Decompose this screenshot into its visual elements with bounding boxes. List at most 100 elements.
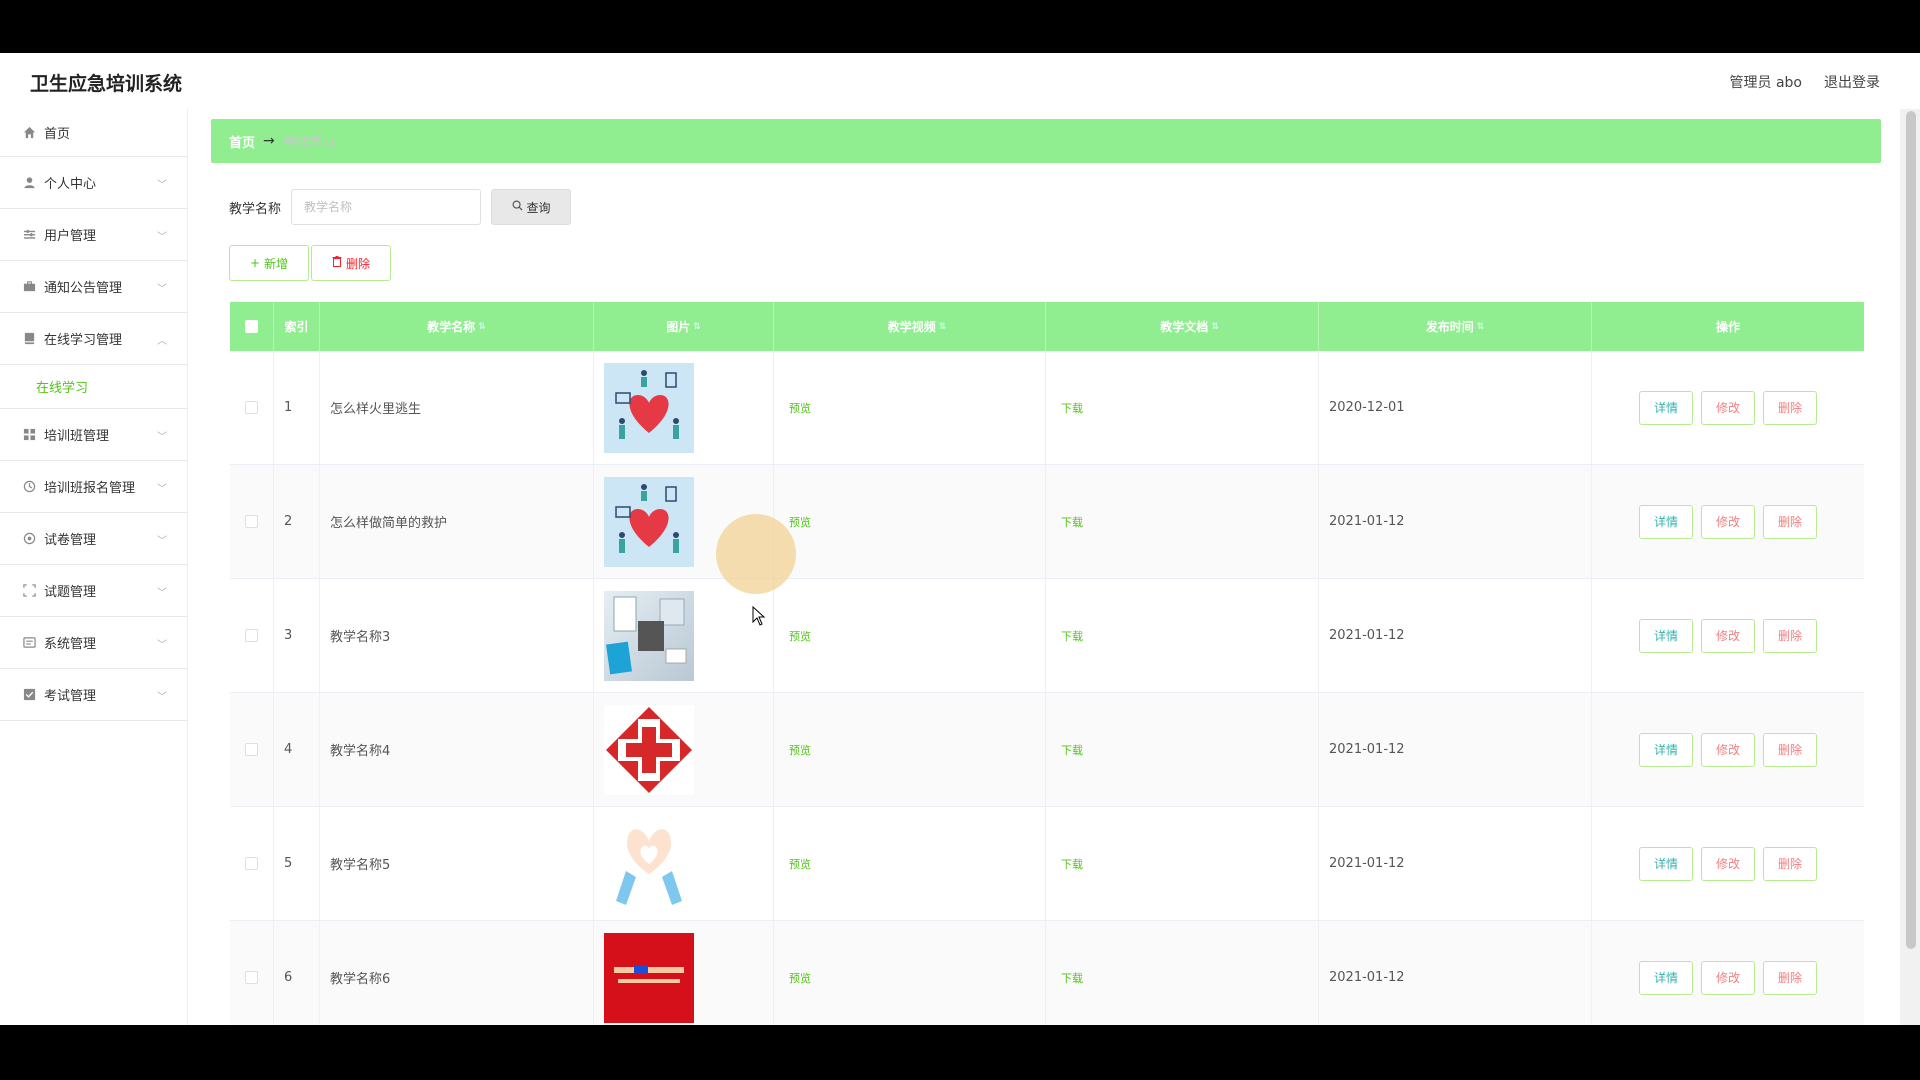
sidebar-item-online-learning[interactable]: 在线学习管理 ︿ — [0, 313, 187, 365]
add-button-label: 新增 — [264, 256, 289, 271]
sidebar-item-label: 培训班管理 — [44, 429, 110, 444]
hearts-illustration-image[interactable] — [604, 476, 694, 567]
delete-button[interactable]: 删除 — [1763, 960, 1817, 995]
app-header: 卫生应急培训系统 管理员 abo 退出登录 — [0, 53, 1920, 109]
table-row: 2 怎么样做简单的救护 预览 下载 2021-01-12 详情 修改 删除 — [230, 465, 1864, 579]
sidebar-item-home[interactable]: 首页 — [0, 109, 187, 157]
logout-link[interactable]: 退出登录 — [1824, 72, 1880, 92]
delete-button[interactable]: 删除 — [1763, 618, 1817, 653]
preview-link[interactable]: 预览 — [789, 970, 811, 986]
download-link[interactable]: 下载 — [1061, 970, 1083, 986]
sidebar-item-questions[interactable]: 试题管理 ﹀ — [0, 565, 187, 617]
column-header[interactable]: 教学文档 ⇅ — [1046, 302, 1319, 351]
breadcrumb-home[interactable]: 首页 — [229, 132, 255, 151]
row-checkbox[interactable] — [245, 971, 258, 984]
checkbox-icon — [22, 688, 36, 702]
edit-button[interactable]: 修改 — [1701, 618, 1755, 653]
sidebar-item-system[interactable]: 系统管理 ﹀ — [0, 617, 187, 669]
click-highlight — [716, 514, 796, 594]
red-cross-image[interactable] — [604, 704, 694, 795]
home-icon — [22, 126, 36, 140]
row-checkbox[interactable] — [245, 743, 258, 756]
red-poster-image[interactable] — [604, 932, 694, 1023]
sidebar-item-label: 培训班报名管理 — [44, 481, 136, 496]
breadcrumb-arrow: → — [263, 133, 275, 149]
download-link[interactable]: 下载 — [1061, 628, 1083, 644]
sidebar-item-label: 首页 — [44, 127, 71, 142]
table-header: 索引 教学名称 ⇅ 图片 ⇅ 教学视频 ⇅ 教学文档 ⇅ 发布时间 ⇅ 操作 — [230, 302, 1864, 351]
column-header[interactable]: 教学视频 ⇅ — [774, 302, 1046, 351]
page-scrollbar[interactable] — [1900, 109, 1920, 1025]
delete-button[interactable]: 删除 — [1763, 504, 1817, 539]
frame-icon — [22, 584, 36, 598]
delete-button[interactable]: 删除 — [1763, 390, 1817, 425]
content-panel: 首页 → 在线学习 教学名称 查询 + 新增 删除 — [188, 109, 1900, 1025]
detail-button[interactable]: 详情 — [1639, 846, 1693, 881]
row-name: 怎么样火里逃生 — [320, 351, 594, 464]
detail-button[interactable]: 详情 — [1639, 618, 1693, 653]
preview-link[interactable]: 预览 — [789, 400, 811, 416]
row-name: 教学名称6 — [320, 921, 594, 1025]
breadcrumb-current: 在线学习 — [282, 135, 335, 151]
download-link[interactable]: 下载 — [1061, 400, 1083, 416]
edit-button[interactable]: 修改 — [1701, 732, 1755, 767]
sidebar-item-personal[interactable]: 个人中心 ﹀ — [0, 157, 187, 209]
add-button[interactable]: + 新增 — [229, 245, 309, 281]
batch-delete-button[interactable]: 删除 — [311, 245, 391, 281]
detail-button[interactable]: 详情 — [1639, 732, 1693, 767]
download-link[interactable]: 下载 — [1061, 742, 1083, 758]
row-date: 2021-01-12 — [1319, 807, 1592, 920]
preview-link[interactable]: 预览 — [789, 856, 811, 872]
heart-hands-image[interactable] — [604, 818, 694, 909]
sliders-icon — [22, 228, 36, 242]
select-all-checkbox[interactable] — [245, 320, 258, 333]
scrollbar-thumb[interactable] — [1906, 111, 1916, 949]
sidebar-item-exams[interactable]: 考试管理 ﹀ — [0, 669, 187, 721]
delete-button[interactable]: 删除 — [1763, 732, 1817, 767]
hearts-illustration-image[interactable] — [604, 362, 694, 453]
screen-top-bar — [0, 0, 1920, 53]
download-link[interactable]: 下载 — [1061, 514, 1083, 530]
sidebar-subitem-online-learning[interactable]: 在线学习 — [0, 365, 187, 409]
sidebar-item-training-class[interactable]: 培训班管理 ﹀ — [0, 409, 187, 461]
delete-button[interactable]: 删除 — [1763, 846, 1817, 881]
preview-link[interactable]: 预览 — [789, 628, 811, 644]
row-name: 教学名称5 — [320, 807, 594, 920]
row-checkbox[interactable] — [245, 515, 258, 528]
sidebar-item-users[interactable]: 用户管理 ﹀ — [0, 209, 187, 261]
edit-button[interactable]: 修改 — [1701, 960, 1755, 995]
edit-button[interactable]: 修改 — [1701, 390, 1755, 425]
row-index: 2 — [274, 465, 320, 578]
detail-button[interactable]: 详情 — [1639, 960, 1693, 995]
preview-link[interactable]: 预览 — [789, 742, 811, 758]
search-input[interactable] — [291, 189, 482, 225]
plus-icon: + — [249, 256, 261, 270]
column-header[interactable]: 发布时间 ⇅ — [1319, 302, 1592, 351]
sidebar-item-class-signup[interactable]: 培训班报名管理 ﹀ — [0, 461, 187, 513]
office-desk-image[interactable] — [604, 590, 694, 681]
row-name: 怎么样做简单的救护 — [320, 465, 594, 578]
header-checkbox-cell — [230, 302, 274, 351]
search-label: 教学名称 — [229, 201, 282, 217]
row-checkbox[interactable] — [245, 857, 258, 870]
download-link[interactable]: 下载 — [1061, 856, 1083, 872]
settings-icon — [22, 532, 36, 546]
row-checkbox[interactable] — [245, 629, 258, 642]
sidebar: 首页 个人中心 ﹀ 用户管理 ﹀ 通知公告管理 ﹀ 在线学习管理 ︿ 在线学习 … — [0, 109, 188, 1025]
chevron-down-icon: ﹀ — [157, 180, 167, 191]
chevron-down-icon: ﹀ — [157, 284, 167, 295]
user-label[interactable]: 管理员 abo — [1730, 72, 1802, 92]
sidebar-item-papers[interactable]: 试卷管理 ﹀ — [0, 513, 187, 565]
column-header[interactable]: 图片 ⇅ — [594, 302, 774, 351]
query-button[interactable]: 查询 — [491, 189, 572, 225]
preview-link[interactable]: 预览 — [789, 514, 811, 530]
chevron-down-icon: ﹀ — [157, 232, 167, 243]
edit-button[interactable]: 修改 — [1701, 846, 1755, 881]
column-header[interactable]: 教学名称 ⇅ — [320, 302, 594, 351]
row-checkbox[interactable] — [245, 401, 258, 414]
batch-delete-label: 删除 — [345, 256, 370, 271]
sidebar-item-notices[interactable]: 通知公告管理 ﹀ — [0, 261, 187, 313]
detail-button[interactable]: 详情 — [1639, 390, 1693, 425]
edit-button[interactable]: 修改 — [1701, 504, 1755, 539]
detail-button[interactable]: 详情 — [1639, 504, 1693, 539]
